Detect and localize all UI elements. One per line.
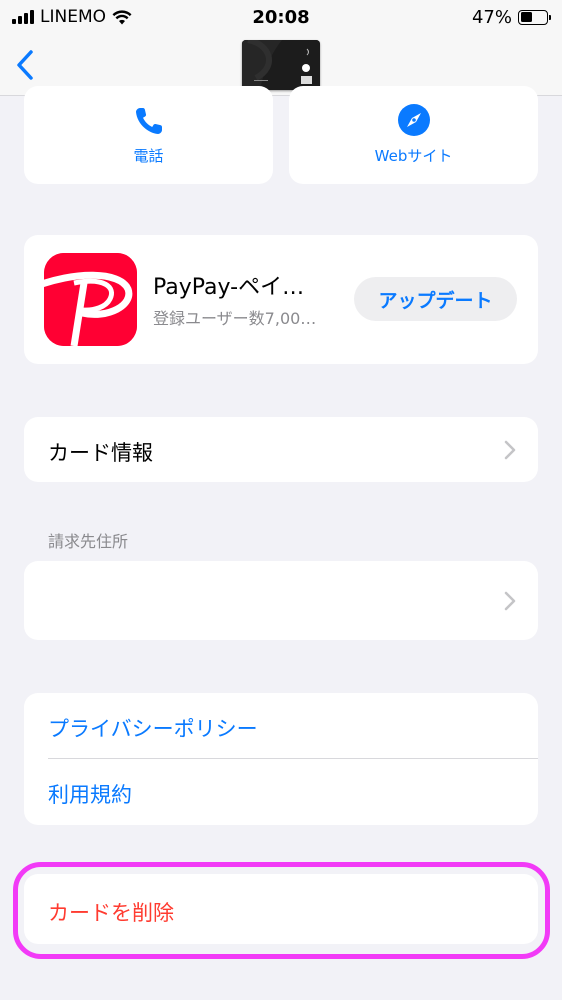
website-label: Webサイト [374, 147, 453, 165]
phone-icon [135, 108, 162, 134]
phone-button[interactable]: 電話 [24, 86, 273, 184]
paypay-app-icon[interactable] [44, 253, 137, 346]
cellular-signal-icon [12, 10, 34, 24]
paypay-card-image [242, 40, 320, 90]
billing-address-header: 請求先住所 [48, 532, 129, 551]
chevron-right-icon [504, 440, 516, 460]
chevron-right-icon [504, 591, 516, 611]
wifi-icon [112, 9, 132, 24]
divider [48, 758, 538, 759]
status-left: LINEMO [12, 7, 132, 27]
app-subtitle: 登録ユーザー数7,00… [153, 309, 317, 328]
carrier-name: LINEMO [40, 7, 106, 27]
card-info-row[interactable]: カード情報 [24, 417, 538, 482]
battery-icon [518, 9, 551, 25]
compass-icon [397, 104, 430, 136]
status-right: 47% [471, 6, 551, 28]
chevron-left-icon[interactable] [12, 48, 38, 82]
links-card: プライバシーポリシー 利用規約 [24, 693, 538, 825]
app-name: PayPay-ペイ… [153, 275, 305, 300]
phone-label: 電話 [133, 147, 164, 165]
status-bar: LINEMO 20:08 47% [0, 0, 562, 34]
highlight-outline [13, 862, 550, 959]
app-store-card: PayPay-ペイ… 登録ユーザー数7,00… アップデート [24, 235, 538, 364]
website-button[interactable]: Webサイト [289, 86, 538, 184]
battery-percent: 47% [471, 6, 512, 28]
billing-address-row[interactable] [24, 561, 538, 640]
terms-of-use-link[interactable]: 利用規約 [48, 779, 132, 809]
card-info-label: カード情報 [48, 441, 153, 465]
update-button[interactable]: アップデート [354, 277, 517, 321]
privacy-policy-link[interactable]: プライバシーポリシー [48, 713, 258, 743]
